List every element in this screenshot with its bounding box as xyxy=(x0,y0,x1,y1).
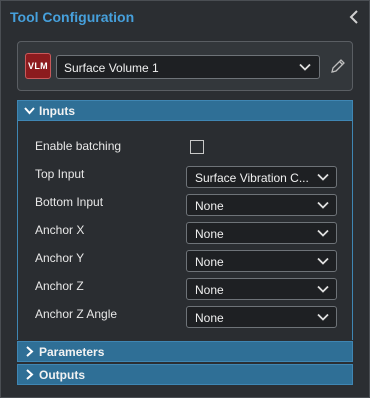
panel-header: Tool Configuration xyxy=(1,1,369,35)
section-header-inputs[interactable]: Inputs xyxy=(17,100,353,121)
edit-tool-name-button[interactable] xyxy=(328,56,348,76)
chevron-down-icon xyxy=(317,257,329,265)
tool-type-badge: VLM xyxy=(25,53,51,79)
anchor-y-label: Anchor Y xyxy=(35,251,85,265)
tool-select-dropdown[interactable]: Surface Volume 1 xyxy=(56,55,320,79)
inputs-section-body: Enable batching Top Input Surface Vibrat… xyxy=(17,121,353,340)
anchor-x-value: None xyxy=(195,227,224,241)
chevron-down-icon xyxy=(317,229,329,237)
top-input-label: Top Input xyxy=(35,167,85,181)
chevron-down-icon xyxy=(299,63,311,71)
chevron-down-icon xyxy=(317,285,329,293)
anchor-z-value: None xyxy=(195,283,224,297)
pencil-icon xyxy=(331,59,345,73)
chevron-down-icon xyxy=(317,173,329,181)
chevron-down-icon xyxy=(317,201,329,209)
bottom-input-dropdown[interactable]: None xyxy=(186,194,337,216)
bottom-input-value: None xyxy=(195,199,224,213)
panel-title: Tool Configuration xyxy=(10,9,135,25)
anchor-y-dropdown[interactable]: None xyxy=(186,250,337,272)
anchor-y-value: None xyxy=(195,255,224,269)
collapse-panel-button[interactable] xyxy=(345,7,363,27)
section-header-parameters[interactable]: Parameters xyxy=(17,341,353,362)
anchor-z-angle-value: None xyxy=(195,311,224,325)
tool-selector-box: VLM Surface Volume 1 xyxy=(17,41,353,91)
chevron-right-icon xyxy=(26,346,34,357)
enable-batching-label: Enable batching xyxy=(35,139,122,153)
anchor-z-angle-label: Anchor Z Angle xyxy=(35,307,118,321)
anchor-z-dropdown[interactable]: None xyxy=(186,278,337,300)
chevron-left-icon xyxy=(349,10,358,24)
section-label-outputs: Outputs xyxy=(39,368,85,382)
anchor-z-angle-dropdown[interactable]: None xyxy=(186,306,337,328)
chevron-down-icon xyxy=(317,313,329,321)
anchor-x-dropdown[interactable]: None xyxy=(186,222,337,244)
section-header-outputs[interactable]: Outputs xyxy=(17,364,353,385)
tool-select-value: Surface Volume 1 xyxy=(64,61,159,75)
top-input-value: Surface Vibration C... xyxy=(195,171,309,185)
chevron-right-icon xyxy=(26,369,34,380)
enable-batching-checkbox[interactable] xyxy=(190,140,204,154)
bottom-input-label: Bottom Input xyxy=(35,195,104,209)
anchor-z-label: Anchor Z xyxy=(35,279,84,293)
top-input-dropdown[interactable]: Surface Vibration C... xyxy=(186,166,337,188)
section-label-inputs: Inputs xyxy=(39,104,75,118)
section-label-parameters: Parameters xyxy=(39,345,105,359)
tool-configuration-panel: Tool Configuration VLM Surface Volume 1 xyxy=(0,0,370,398)
anchor-x-label: Anchor X xyxy=(35,223,85,237)
chevron-down-icon xyxy=(24,107,35,115)
